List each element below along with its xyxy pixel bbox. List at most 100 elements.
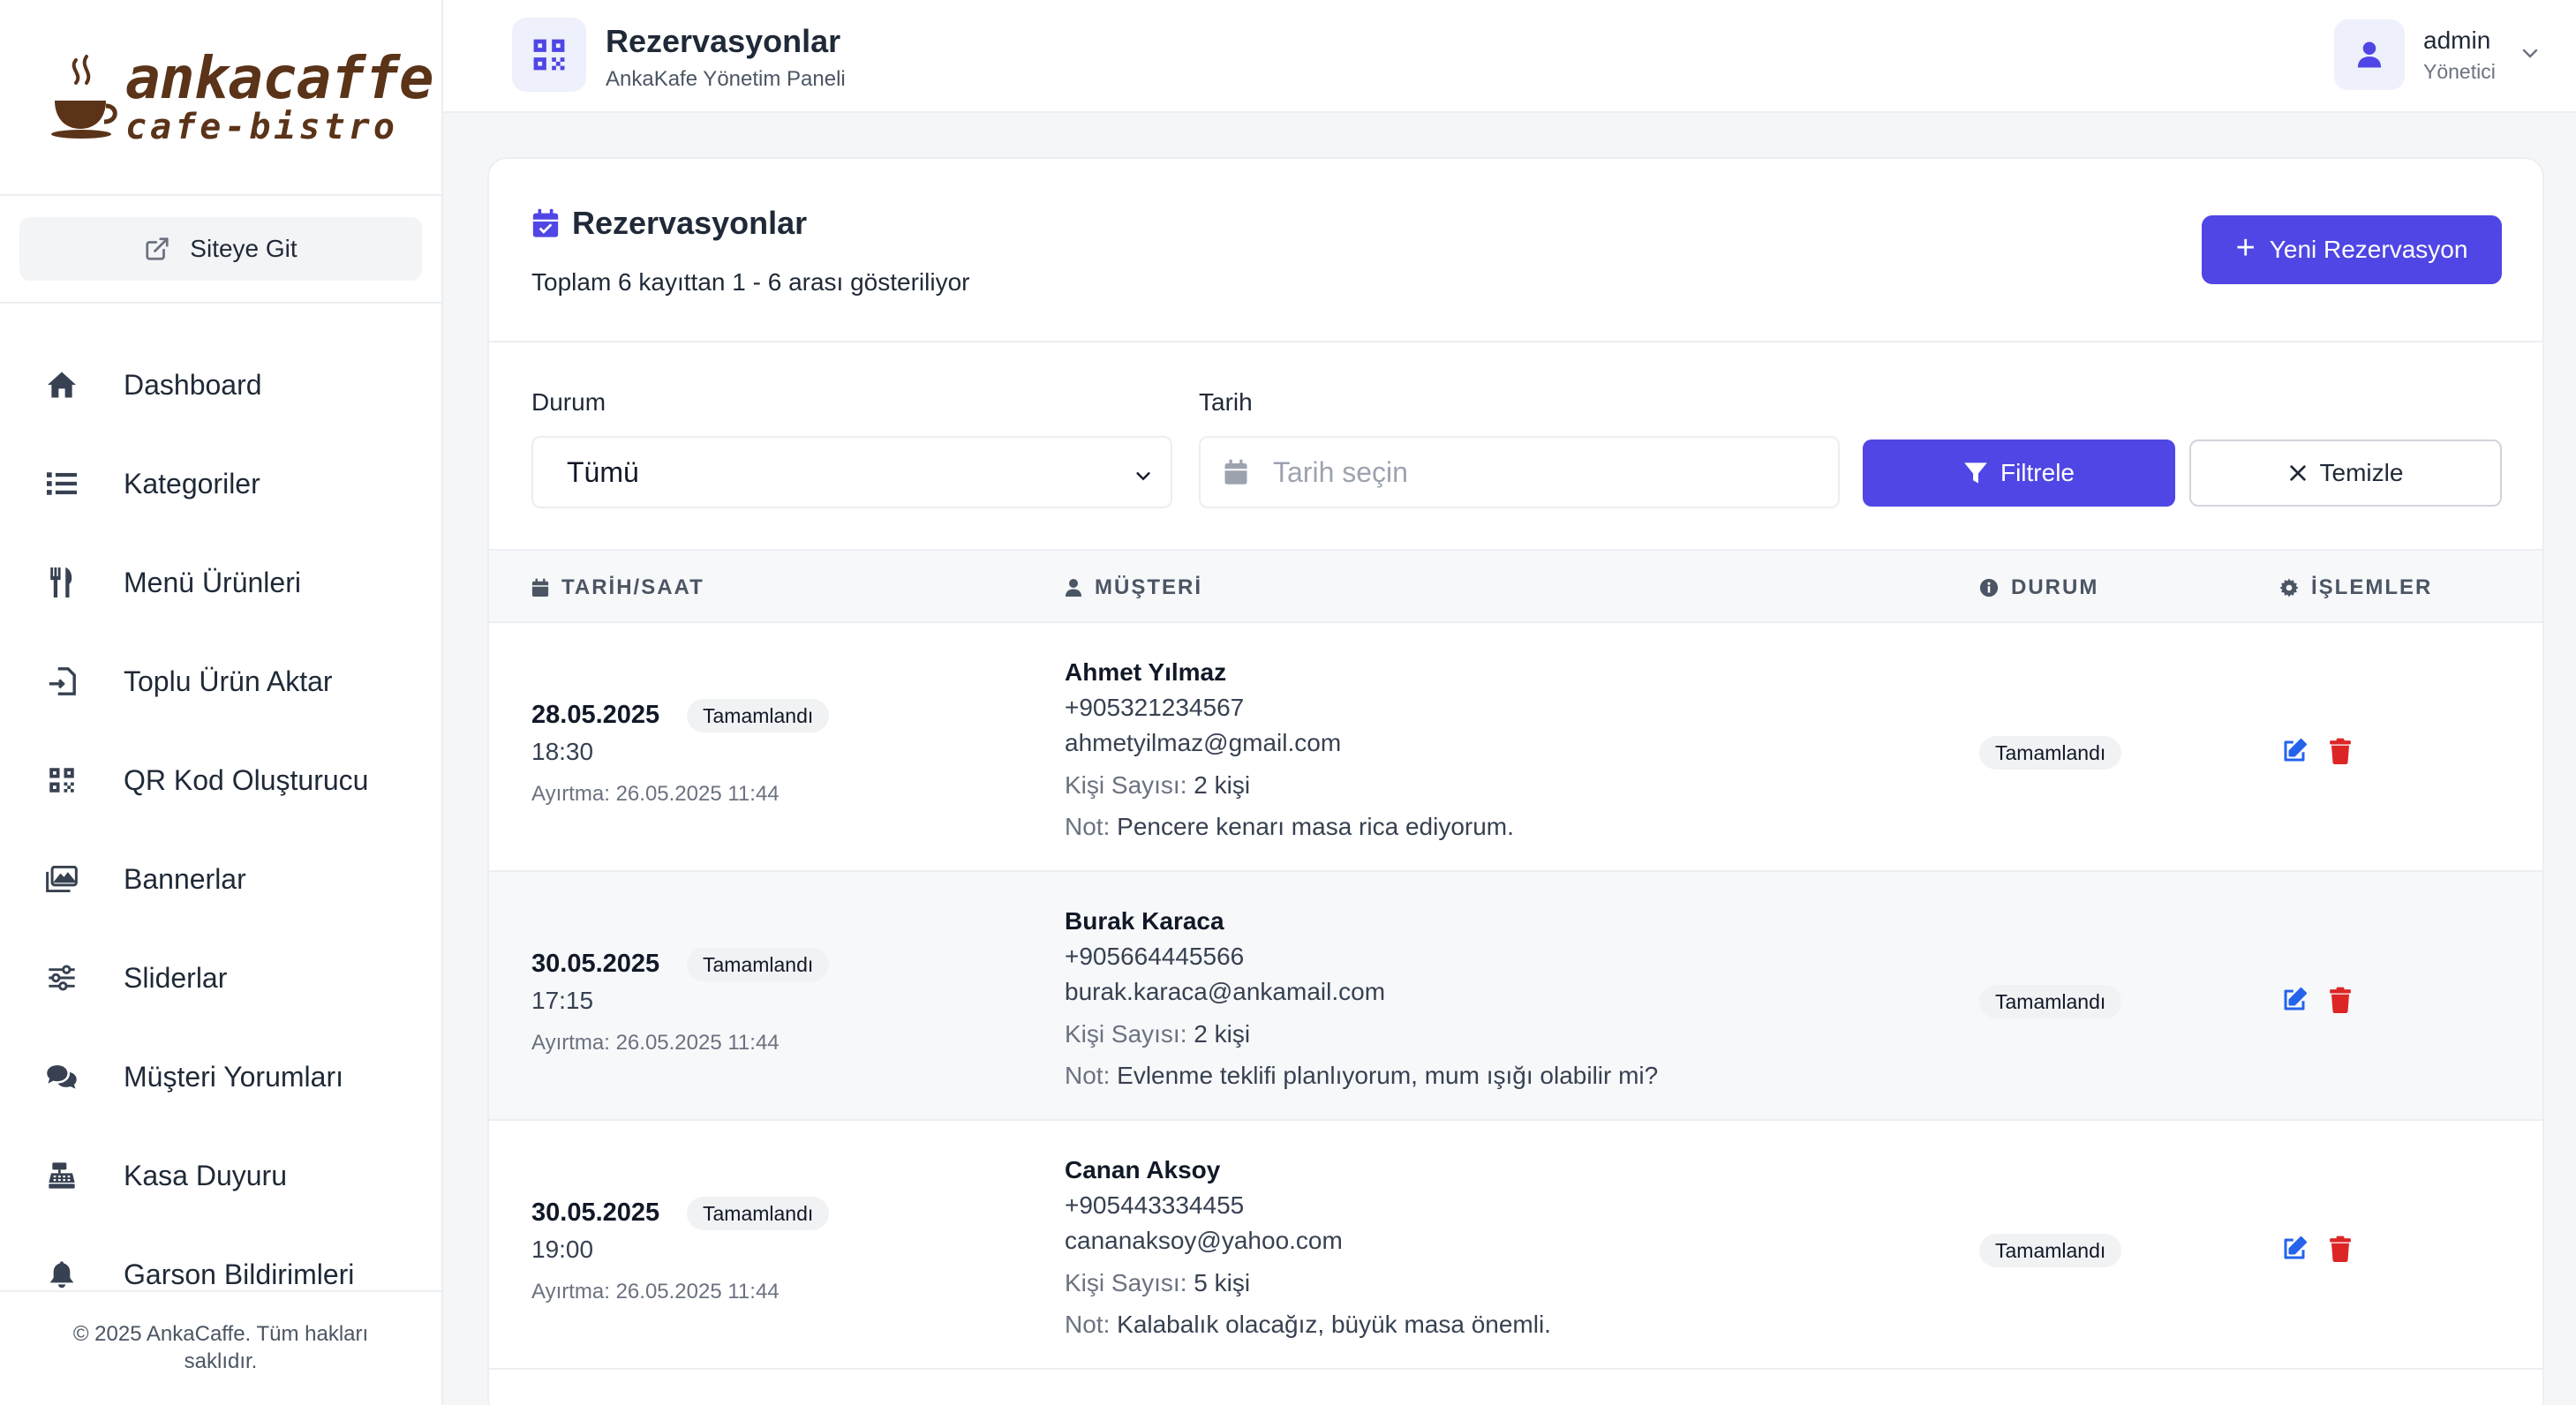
count-range-end: 6	[767, 268, 782, 296]
sidebar-footer: © 2025 AnkaCaffe. Tüm hakları saklıdır.	[0, 1290, 441, 1405]
customer-email[interactable]: burak.karaca@ankamail.com	[1065, 978, 1385, 1006]
customer-name: Burak Karaca	[1065, 907, 1224, 935]
note-text: Kalabalık olacağız, büyük masa önemli.	[1117, 1311, 1551, 1338]
sidebar-item-cash-announcement[interactable]: Kasa Duyuru	[0, 1126, 441, 1225]
row-actions	[2279, 736, 2371, 766]
reservation-date: 30.05.2025	[531, 950, 660, 978]
card-title: Rezervasyonlar	[531, 205, 807, 242]
count-suffix: arası gösteriliyor	[781, 268, 970, 296]
count-prefix: Toplam	[531, 268, 619, 296]
edit-icon[interactable]	[2279, 1234, 2309, 1264]
sliders-icon	[46, 962, 78, 994]
party-size: Kişi Sayısı: 2 kişi	[1065, 771, 1250, 800]
customer-phone[interactable]: +905321234567	[1065, 694, 1244, 722]
reservation-time: 17:15	[531, 987, 594, 1014]
sidebar-item-label: Kasa Duyuru	[124, 1159, 287, 1191]
chevron-down-icon[interactable]	[2520, 42, 2541, 64]
table-row: 30.05.2025 Tamamlandı 17:15 Ayırtma: 26.…	[489, 872, 2542, 1121]
user-icon	[1066, 579, 1081, 597]
customer-phone[interactable]: +905664445566	[1065, 943, 1244, 971]
new-reservation-button[interactable]: + Yeni Rezervasyon	[2202, 215, 2502, 284]
trash-icon[interactable]	[2325, 985, 2355, 1015]
party-size: Kişi Sayısı: 2 kişi	[1065, 1020, 1250, 1048]
reservation-date: 30.05.2025	[531, 1198, 660, 1227]
calendar-icon	[531, 578, 549, 597]
party-size-label: Kişi Sayısı:	[1065, 771, 1187, 799]
sidebar-item-reviews[interactable]: Müşteri Yorumları	[0, 1027, 441, 1126]
party-size-value: 5 kişi	[1194, 1269, 1251, 1296]
external-link-icon	[146, 237, 169, 260]
calendar-icon	[1224, 459, 1247, 485]
party-size-value: 2 kişi	[1194, 771, 1251, 799]
reservations-card: Rezervasyonlar Toplam 6 kayıttan 1 - 6 a…	[487, 157, 2544, 1405]
customer-phone[interactable]: +905443334455	[1065, 1191, 1244, 1220]
filter-button[interactable]: Filtrele	[1863, 440, 2175, 507]
sidebar-item-label: Menü Ürünleri	[124, 566, 301, 598]
trash-icon[interactable]	[2325, 736, 2355, 766]
sidebar-item-qr-generator[interactable]: QR Kod Oluşturucu	[0, 731, 441, 830]
utensils-icon	[46, 567, 78, 598]
sidebar-item-bulk-import[interactable]: Toplu Ürün Aktar	[0, 632, 441, 731]
sidebar-item-menu-products[interactable]: Menü Ürünleri	[0, 533, 441, 632]
page-subtitle: AnkaKafe Yönetim Paneli	[606, 67, 846, 91]
column-header-label: DURUM	[2011, 575, 2099, 599]
status-select[interactable]: Tümü	[531, 436, 1172, 508]
go-to-site-button[interactable]: Siteye Git	[19, 217, 422, 281]
list-icon	[46, 468, 78, 500]
count-mid: kayıttan	[631, 268, 733, 296]
count-range-start: 1	[732, 268, 746, 296]
status-badge: Tamamlandı	[1979, 985, 2122, 1018]
user-name[interactable]: admin	[2423, 26, 2490, 55]
sidebar-item-waiter-notifications[interactable]: Garson Bildirimleri	[0, 1225, 441, 1290]
close-icon	[2289, 465, 2306, 481]
chevron-down-icon	[1136, 472, 1150, 481]
status-select-value: Tümü	[567, 455, 639, 488]
card-header: Rezervasyonlar Toplam 6 kayıttan 1 - 6 a…	[489, 159, 2542, 342]
column-header-datetime: TARİH/SAAT	[531, 575, 704, 600]
reservation-note: Not: Kalabalık olacağız, büyük masa önem…	[1065, 1311, 1551, 1339]
calendar-check-icon	[532, 208, 559, 237]
trash-icon[interactable]	[2325, 1234, 2355, 1264]
party-size-label: Kişi Sayısı:	[1065, 1020, 1187, 1048]
card-title-text: Rezervasyonlar	[572, 205, 808, 241]
logo-name: ankacaffe	[125, 44, 434, 112]
sidebar-item-categories[interactable]: Kategoriler	[0, 434, 441, 533]
sidebar-item-label: Bannerlar	[124, 862, 246, 895]
user-avatar[interactable]	[2334, 19, 2405, 90]
date-input[interactable]: Tarih seçin	[1199, 436, 1840, 508]
column-header-label: TARİH/SAAT	[561, 575, 704, 599]
logo-text: ankacaffe cafe-bistro	[125, 44, 434, 147]
home-icon	[46, 369, 78, 401]
logo[interactable]: ankacaffe cafe-bistro	[49, 44, 434, 147]
party-size-value: 2 kişi	[1194, 1020, 1251, 1048]
reservation-note: Not: Pencere kenarı masa rica ediyorum.	[1065, 813, 1514, 841]
coffee-cup-icon	[51, 55, 117, 139]
clear-button[interactable]: Temizle	[2189, 440, 2502, 507]
qrcode-icon	[512, 18, 586, 92]
customer-email[interactable]: canan​aksoy@yahoo.com	[1065, 1227, 1343, 1255]
customer-email[interactable]: ahmetyilmaz@gmail.com	[1065, 729, 1341, 757]
plus-icon: +	[2235, 229, 2256, 267]
edit-icon[interactable]	[2279, 736, 2309, 766]
customer-name: Ahmet Yılmaz	[1065, 658, 1227, 686]
table-row: 30.05.2025 Tamamlandı 19:00 Ayırtma: 26.…	[489, 1121, 2542, 1370]
status-badge: Tamamlandı	[1979, 1234, 2122, 1267]
logo-subtitle: cafe-bistro	[125, 107, 398, 147]
top-header: Rezervasyonlar AnkaKafe Yönetim Paneli a…	[443, 0, 2576, 113]
status-badge: Tamamlandı	[687, 1197, 830, 1230]
sidebar-item-banners[interactable]: Bannerlar	[0, 830, 441, 928]
date-placeholder: Tarih seçin	[1273, 455, 1408, 488]
status-badge: Tamamlandı	[687, 948, 830, 981]
sidebar-item-label: QR Kod Oluşturucu	[124, 763, 369, 796]
sidebar-item-sliders[interactable]: Sliderlar	[0, 928, 441, 1027]
info-circle-icon	[1979, 578, 1999, 597]
column-header-actions: İŞLEMLER	[2279, 575, 2432, 600]
edit-icon[interactable]	[2279, 985, 2309, 1015]
reservation-time: 19:00	[531, 1236, 594, 1263]
date-filter-label: Tarih	[1199, 388, 1253, 416]
sidebar-item-dashboard[interactable]: Dashboard	[0, 335, 441, 434]
clear-button-label: Temizle	[2319, 459, 2404, 486]
logo-area: ankacaffe cafe-bistro	[0, 0, 441, 196]
status-badge: Tamamlandı	[687, 699, 830, 733]
comments-icon	[46, 1061, 78, 1093]
